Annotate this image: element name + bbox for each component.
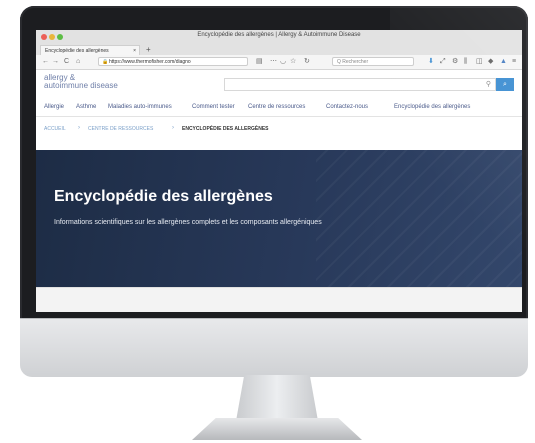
monitor-chin (20, 318, 528, 377)
nav-item-centre-de-ressources[interactable]: Centre de ressources (248, 104, 305, 110)
menu-icon[interactable]: ≡ (512, 57, 516, 67)
nav-item-comment-tester[interactable]: Comment tester (192, 104, 235, 110)
new-tab-button[interactable]: + (146, 44, 151, 55)
breadcrumb-accueil[interactable]: ACCUEIL (44, 126, 66, 132)
bookmark-star-icon[interactable]: ☆ (290, 57, 296, 67)
breadcrumb-separator: › (172, 125, 174, 131)
site-search-button[interactable]: ⌕ (496, 78, 514, 91)
hero-subtitle: Informations scientifiques sur les aller… (54, 219, 322, 226)
pocket-icon[interactable]: ◡ (280, 57, 286, 67)
refresh-icon[interactable]: ↻ (304, 57, 310, 67)
hero-banner: Encyclopédie des allergènes Informations… (36, 150, 522, 287)
monitor-base (192, 418, 362, 440)
url-bar[interactable]: 🔒 https://www.thermofisher.com/diagno (98, 57, 248, 66)
tab-strip: Encyclopédie des allergènes × + (36, 44, 522, 55)
logo-line-2: autoimmune disease (44, 81, 118, 90)
breadcrumb: ACCUEIL › CENTRE DE RESSOURCES › ENCYCLO… (36, 122, 522, 136)
nav-item-maladies-auto-immunes[interactable]: Maladies auto-immunes (108, 104, 172, 110)
breadcrumb-centre-de-ressources[interactable]: CENTRE DE RESSOURCES (88, 126, 153, 132)
nav-item-asthme[interactable]: Asthme (76, 104, 96, 110)
window-titlebar: Encyclopédie des allergènes | Allergy & … (36, 30, 522, 45)
forward-icon[interactable]: → (52, 57, 59, 67)
browser-toolbar: ← → C ⌂ 🔒 https://www.thermofisher.com/d… (36, 55, 522, 70)
page-actions-icon[interactable]: ⋯ (270, 57, 277, 67)
browser-tab[interactable]: Encyclopédie des allergènes × (40, 45, 140, 55)
home-icon[interactable]: ⌂ (76, 57, 80, 67)
sidebar-icon[interactable]: ◫ (476, 57, 483, 67)
lock-icon: 🔒 (102, 59, 109, 65)
screen: Encyclopédie des allergènes | Allergy & … (36, 30, 522, 312)
breadcrumb-current: ENCYCLOPÉDIE DES ALLERGÈNES (182, 126, 269, 132)
site-logo[interactable]: allergy & autoimmune disease (44, 74, 118, 90)
site-search-input[interactable]: ⚲ (224, 78, 496, 91)
reader-view-icon[interactable]: ▤ (256, 57, 263, 67)
library-icon[interactable]: ⫼ (464, 57, 467, 67)
monitor-stand (236, 375, 318, 421)
content-area (36, 287, 522, 312)
browser-search-input[interactable]: Q Rechercher (332, 57, 414, 66)
tab-label: Encyclopédie des allergènes (45, 48, 109, 54)
nav-item-encyclopedie[interactable]: Encyclopédie des allergènes (394, 104, 470, 110)
expand-icon[interactable]: ⤢ (440, 57, 446, 67)
tab-close-icon[interactable]: × (133, 46, 136, 55)
nav-item-allergie[interactable]: Allergie (44, 104, 64, 110)
main-navigation: Allergie Asthme Maladies auto-immunes Co… (36, 100, 522, 117)
settings-gear-icon[interactable]: ⚙ (452, 57, 458, 67)
breadcrumb-separator: › (78, 125, 80, 131)
extension-icon[interactable]: ▲ (500, 57, 507, 67)
site-header: allergy & autoimmune disease ⚲ ⌕ (36, 70, 522, 100)
reload-icon[interactable]: C (64, 57, 69, 67)
download-icon[interactable]: ⬇ (428, 57, 434, 67)
nav-item-contactez-nous[interactable]: Contactez-nous (326, 104, 368, 110)
search-icon: ⚲ (485, 81, 491, 88)
addon-icon[interactable]: ◆ (488, 57, 493, 67)
url-text: https://www.thermofisher.com/diagno (109, 59, 191, 65)
hero-title: Encyclopédie des allergènes (54, 188, 273, 205)
window-title: Encyclopédie des allergènes | Allergy & … (197, 32, 361, 38)
back-icon[interactable]: ← (42, 57, 49, 67)
